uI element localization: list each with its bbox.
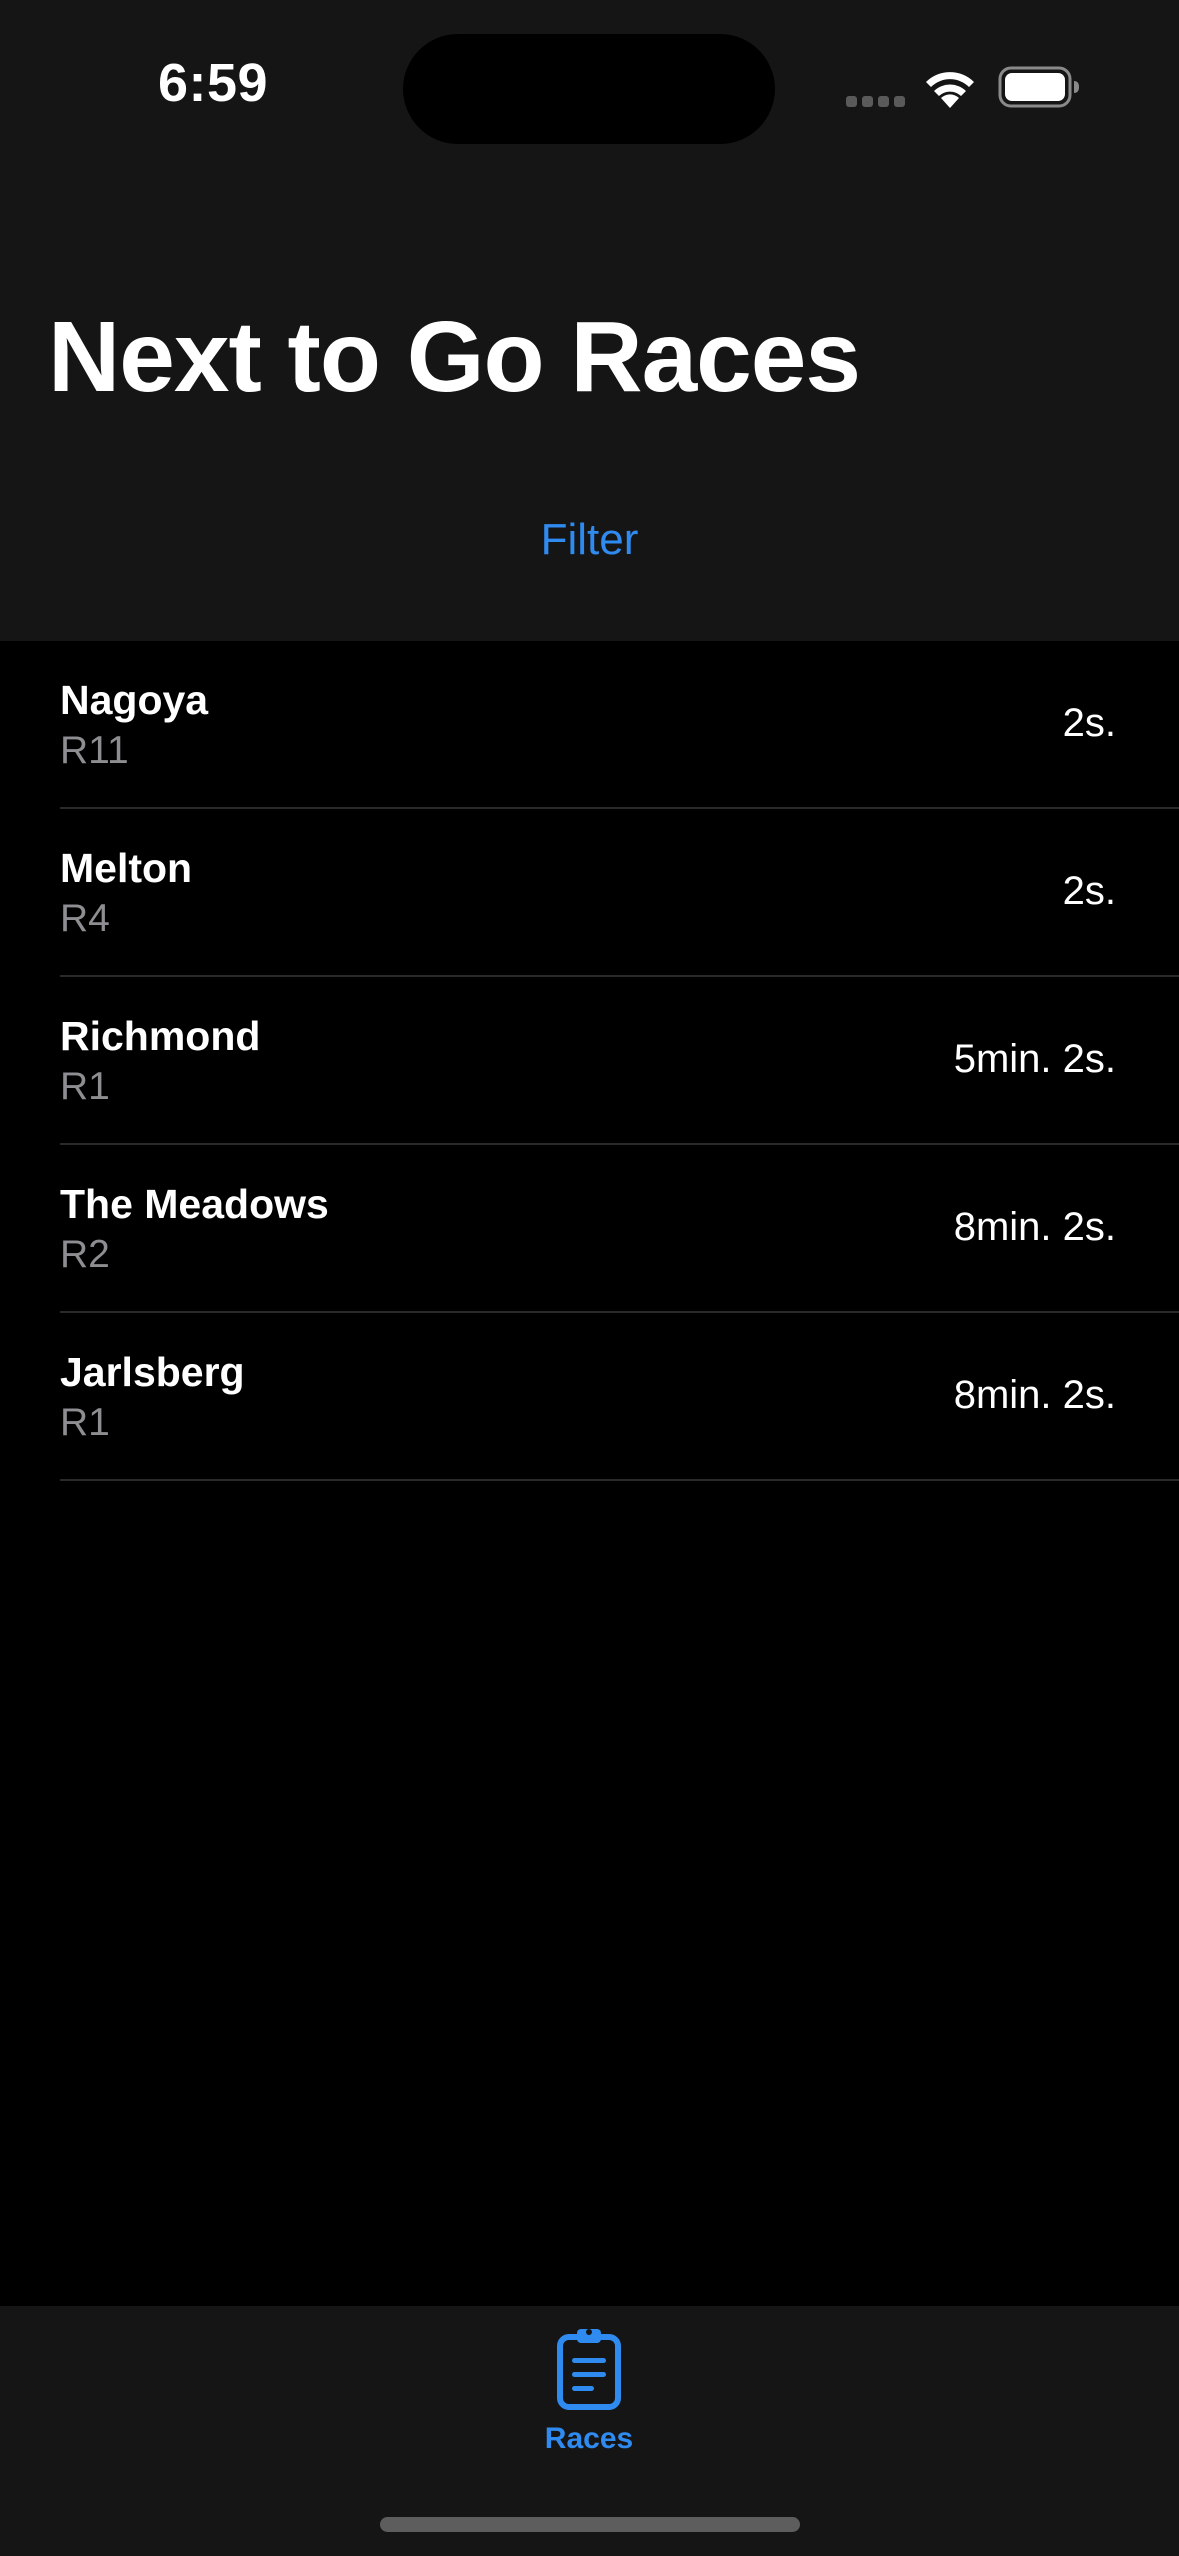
clipboard-icon <box>557 2329 621 2410</box>
battery-icon <box>998 66 1079 108</box>
tab-races[interactable]: Races <box>489 2322 689 2462</box>
race-name: Nagoya <box>60 677 209 723</box>
race-number: R1 <box>60 1401 110 1444</box>
race-name: Melton <box>60 845 193 891</box>
navigation-header: 6:59 Next to Go Races Filter <box>0 0 1179 641</box>
cellular-signal-icon <box>846 96 906 108</box>
race-number: R1 <box>60 1065 110 1108</box>
row-divider <box>60 1479 1179 1481</box>
race-countdown: 5min. 2s. <box>953 1037 1116 1081</box>
tab-bar: Races <box>0 2306 1179 2556</box>
dynamic-island <box>403 34 775 144</box>
wifi-icon <box>926 72 974 108</box>
filter-button[interactable]: Filter <box>0 515 1179 565</box>
race-countdown: 8min. 2s. <box>953 1205 1116 1249</box>
race-name: Jarlsberg <box>60 1349 245 1395</box>
race-number: R11 <box>60 729 129 772</box>
race-row[interactable]: Melton R4 2s. <box>0 809 1179 977</box>
race-countdown: 2s. <box>1062 869 1116 913</box>
status-time: 6:59 <box>158 53 269 113</box>
tab-races-label: Races <box>544 2422 634 2455</box>
page-title: Next to Go Races <box>48 301 861 413</box>
race-row[interactable]: Jarlsberg R1 8min. 2s. <box>0 1313 1179 1481</box>
home-indicator[interactable] <box>380 2517 800 2532</box>
race-row[interactable]: The Meadows R2 8min. 2s. <box>0 1145 1179 1313</box>
app-screen: 6:59 Next to Go Races Filter Nagoya R11 … <box>0 0 1179 2556</box>
race-countdown: 2s. <box>1062 701 1116 745</box>
race-countdown: 8min. 2s. <box>953 1373 1116 1417</box>
race-number: R2 <box>60 1233 110 1276</box>
race-name: Richmond <box>60 1013 261 1059</box>
race-row[interactable]: Nagoya R11 2s. <box>0 641 1179 809</box>
race-row[interactable]: Richmond R1 5min. 2s. <box>0 977 1179 1145</box>
status-bar: 6:59 <box>0 0 1179 170</box>
race-list: Nagoya R11 2s. Melton R4 2s. Richmond R1… <box>0 641 1179 1481</box>
race-number: R4 <box>60 897 110 940</box>
race-name: The Meadows <box>60 1181 329 1227</box>
